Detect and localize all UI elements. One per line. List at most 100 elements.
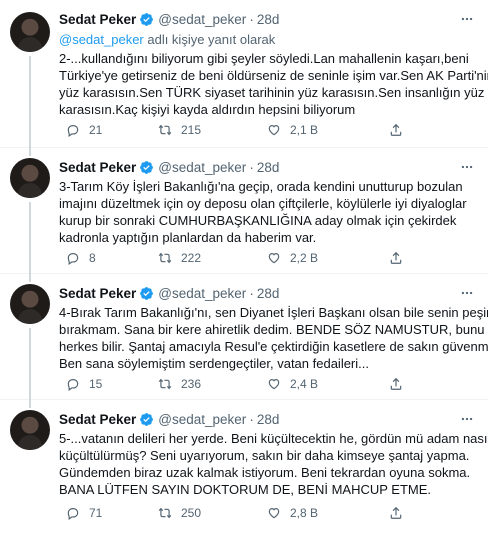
thread-line (29, 328, 31, 400)
tweet-header: Sedat Peker @sedat_peker · 28d (59, 10, 478, 28)
share-icon (390, 123, 402, 136)
thread-line (29, 202, 31, 274)
reply-button[interactable]: 8 (66, 249, 96, 267)
tweet-text: 5-...vatanın delileri her yerde. Beni kü… (59, 430, 488, 498)
tweet[interactable]: Sedat Peker @sedat_peker · 28d 3-Tarım K… (0, 148, 488, 274)
separator-dot: · (249, 11, 254, 27)
timestamp[interactable]: 28d (257, 12, 280, 27)
verified-badge-icon (140, 412, 154, 426)
retweet-button[interactable]: 236 (158, 375, 201, 393)
more-options-icon[interactable] (460, 286, 474, 300)
share-icon (390, 377, 402, 390)
avatar[interactable] (10, 410, 50, 450)
author-name[interactable]: Sedat Peker (59, 412, 136, 427)
retweet-count: 222 (181, 251, 202, 265)
avatar[interactable] (10, 158, 50, 198)
retweet-button[interactable]: 250 (158, 504, 201, 522)
author-handle[interactable]: @sedat_peker (158, 160, 246, 175)
like-count: 2,2 B (290, 251, 319, 265)
tweet-header: Sedat Peker @sedat_peker · 28d (59, 158, 478, 176)
author-name[interactable]: Sedat Peker (59, 160, 136, 175)
tweet[interactable]: Sedat Peker @sedat_peker · 28d @sedat_pe… (0, 0, 488, 148)
tweet-text-line: bırakmam. Sana bir kere ahiretlik dedim.… (59, 322, 485, 337)
tweet[interactable]: Sedat Peker @sedat_peker · 28d 5-...vata… (0, 400, 488, 537)
author-handle[interactable]: @sedat_peker (158, 412, 246, 427)
more-options-icon[interactable] (460, 412, 474, 426)
tweet-text-line: Ben sana söylemiştim serdengeçtiler, vat… (59, 356, 369, 371)
tweet-header: Sedat Peker @sedat_peker · 28d (59, 410, 478, 428)
tweet-text-line: kadronla yaptığın planlardan da haberim … (59, 230, 317, 245)
retweet-icon (158, 507, 172, 519)
retweet-button[interactable]: 222 (158, 249, 201, 267)
verified-badge-icon (140, 286, 154, 300)
tweet-text-line: yüz karasısın.Sen TÜRK siyaset tarihinin… (59, 85, 485, 100)
author-handle[interactable]: @sedat_peker (158, 12, 246, 27)
like-count: 2,1 B (290, 123, 319, 137)
avatar[interactable] (10, 284, 50, 324)
timestamp[interactable]: 28d (257, 286, 280, 301)
timestamp[interactable]: 28d (257, 160, 280, 175)
like-button[interactable]: 2,1 B (267, 121, 318, 139)
retweet-count: 250 (181, 506, 202, 520)
tweet-text-line: imajını düzeltmek için oy deposu olan çi… (59, 196, 467, 211)
reply-button[interactable]: 21 (66, 121, 102, 139)
reply-icon (67, 379, 79, 391)
separator-dot: · (249, 159, 254, 175)
tweet-text: 4-Bırak Tarım Bakanlığı'nı, sen Diyanet … (59, 304, 488, 372)
more-options-icon[interactable] (460, 12, 474, 26)
heart-icon (268, 379, 280, 390)
tweet-text: 3-Tarım Köy İşleri Bakanlığı'na geçip, o… (59, 178, 477, 246)
retweet-button[interactable]: 215 (158, 121, 201, 139)
tweet-text-line: BANA LÜTFEN SAYIN DOKTORUM DE, BENİ MAHC… (59, 482, 432, 497)
heart-icon (268, 253, 280, 264)
tweet-text: 2-...kullandığını biliyorum gibi şeyler … (59, 50, 488, 118)
tweet-actions: 8 222 2,2 B (59, 249, 479, 267)
tweet-text-line: 5-...vatanın delileri her yerde. Beni kü… (59, 431, 488, 446)
author-name[interactable]: Sedat Peker (59, 12, 136, 27)
tweet-actions: 71 250 2,8 B (59, 504, 479, 522)
verified-badge-icon (140, 160, 154, 174)
reply-icon (67, 125, 79, 137)
retweet-count: 236 (181, 377, 202, 391)
like-button[interactable]: 2,2 B (267, 249, 318, 267)
share-button[interactable] (389, 375, 403, 393)
reply-count: 15 (89, 377, 103, 391)
timestamp[interactable]: 28d (257, 412, 280, 427)
heart-icon (268, 125, 280, 136)
reply-icon (67, 253, 79, 265)
share-icon (390, 506, 402, 519)
avatar[interactable] (10, 12, 50, 52)
author-name[interactable]: Sedat Peker (59, 286, 136, 301)
reply-count: 71 (89, 506, 103, 520)
tweet-header: Sedat Peker @sedat_peker · 28d (59, 284, 478, 302)
reply-icon (67, 508, 79, 520)
like-button[interactable]: 2,4 B (267, 375, 318, 393)
reply-to-text: adlı kişiye yanıt olarak (143, 32, 276, 47)
share-button[interactable] (389, 504, 403, 522)
thread-line (29, 56, 31, 148)
more-options-icon[interactable] (460, 160, 474, 174)
verified-badge-icon (140, 12, 154, 26)
reply-button[interactable]: 15 (66, 375, 102, 393)
share-button[interactable] (389, 121, 403, 139)
tweet-text-line: 2-...kullandığını biliyorum gibi şeyler … (59, 51, 469, 66)
thread-line (29, 148, 31, 156)
tweet[interactable]: Sedat Peker @sedat_peker · 28d 4-Bırak T… (0, 274, 488, 400)
heart-icon (268, 508, 280, 519)
author-handle[interactable]: @sedat_peker (158, 286, 246, 301)
tweet-actions: 21 215 2,1 B (59, 121, 479, 139)
share-icon (390, 251, 402, 264)
retweet-count: 215 (181, 123, 202, 137)
reply-count: 21 (89, 123, 103, 137)
tweet-text-line: Gündemden biraz uzak kalmak istiyorum. B… (59, 465, 471, 480)
like-button[interactable]: 2,8 B (267, 504, 318, 522)
reply-button[interactable]: 71 (66, 504, 102, 522)
separator-dot: · (249, 285, 254, 301)
reply-count: 8 (89, 251, 96, 265)
tweet-text-line: Türkiye'ye getirseniz de beni öldürseniz… (59, 68, 488, 83)
share-button[interactable] (389, 249, 403, 267)
retweet-icon (158, 252, 172, 264)
tweet-text-line: herkes bilir. Şantaj amacıyla Resul'e çe… (59, 339, 488, 354)
tweet-text-line: karasısın.Kaç kişiyi kayda aldırdın heps… (59, 102, 356, 117)
reply-to-link[interactable]: @sedat_peker (59, 32, 144, 47)
